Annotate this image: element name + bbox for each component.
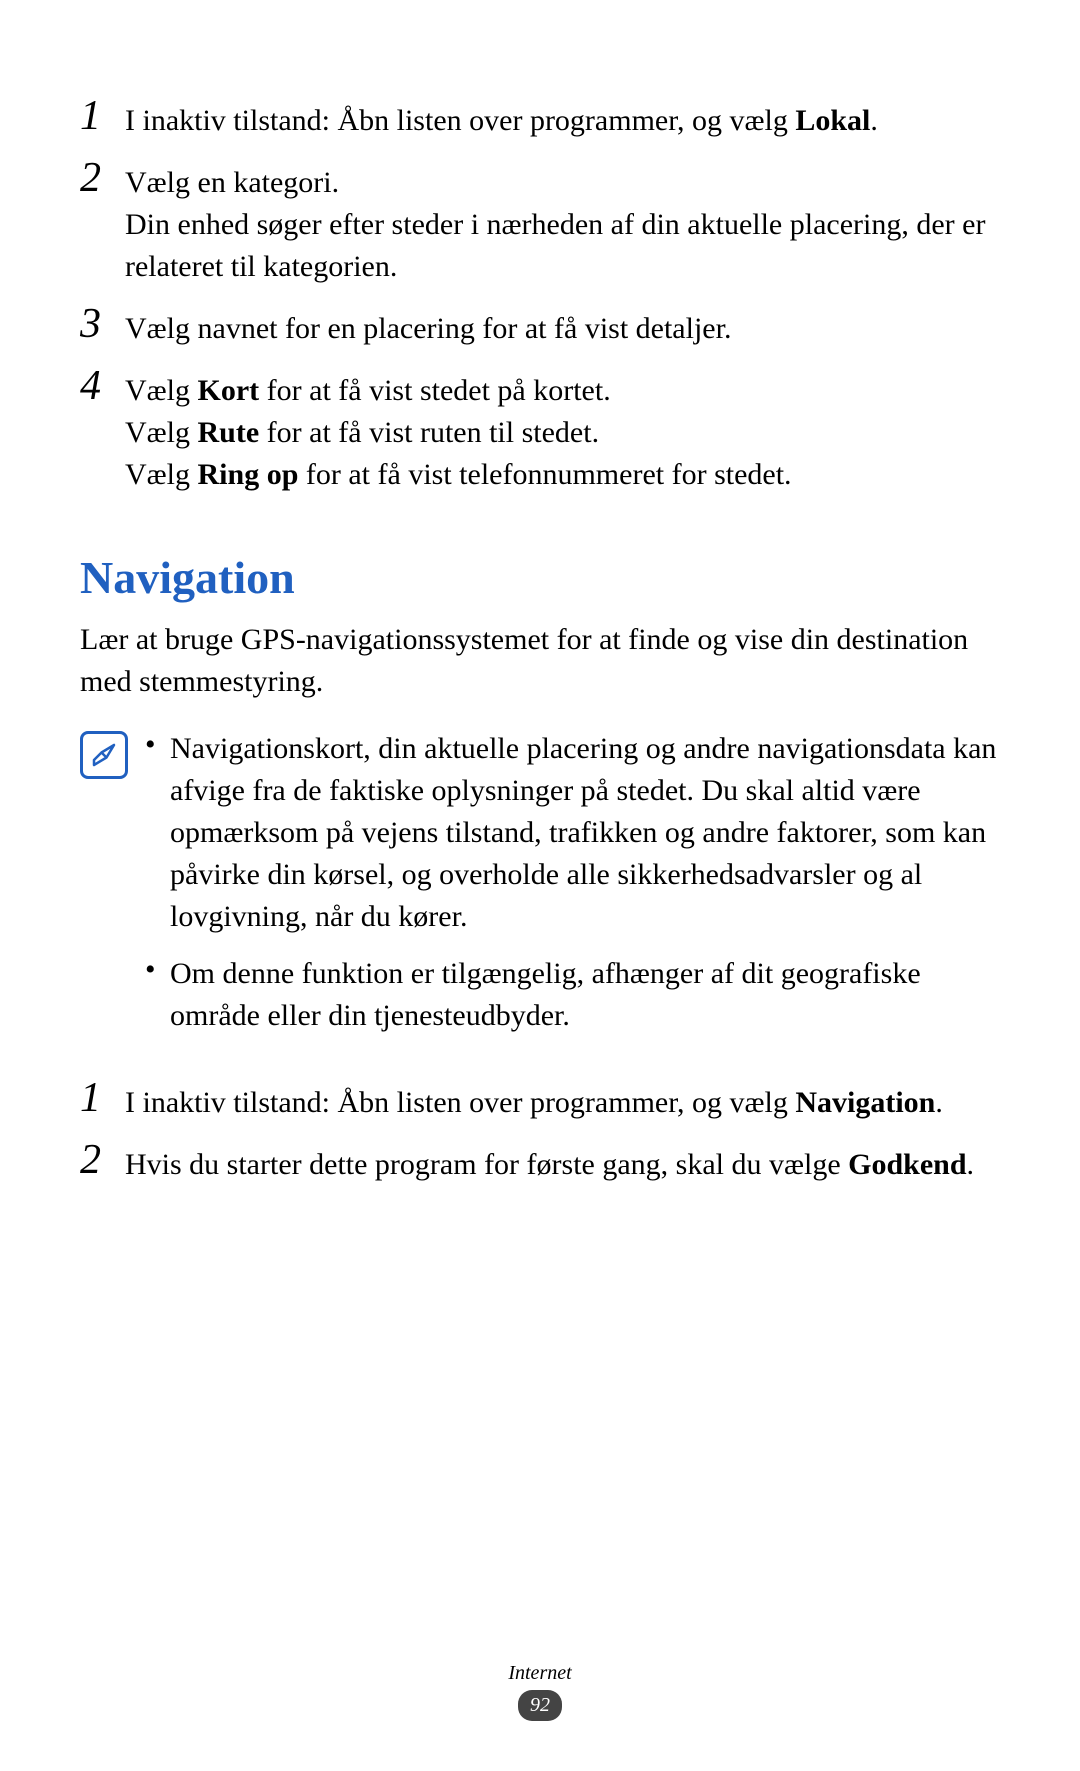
step-content: Hvis du starter dette program for første… bbox=[125, 1144, 1000, 1186]
step-number: 1 bbox=[80, 95, 125, 137]
step-bold: Lokal bbox=[795, 104, 870, 137]
note-icon-wrapper bbox=[80, 728, 135, 779]
step-number: 4 bbox=[80, 365, 125, 407]
footer: Internet 92 bbox=[0, 1662, 1080, 1721]
step-number: 2 bbox=[80, 157, 125, 199]
page-number: 92 bbox=[518, 1690, 562, 1721]
bullet-item: • Navigationskort, din aktuelle placerin… bbox=[145, 728, 1000, 938]
step-line: Din enhed søger efter steder i nærheden … bbox=[125, 204, 1000, 288]
bullet-marker: • bbox=[145, 728, 170, 762]
step-content: I inaktiv tilstand: Åbn listen over prog… bbox=[125, 1082, 1000, 1124]
step-item: 4 Vælg Kort for at få vist stedet på kor… bbox=[80, 370, 1000, 496]
step-text: Vælg navnet for en placering for at få v… bbox=[125, 312, 731, 345]
intro-text: Lær at bruge GPS-navigationssystemet for… bbox=[80, 619, 1000, 703]
note-content: • Navigationskort, din aktuelle placerin… bbox=[135, 728, 1000, 1052]
step-suffix: . bbox=[967, 1148, 975, 1181]
step-number: 1 bbox=[80, 1077, 125, 1119]
bullet-text: Om denne funktion er tilgængelig, afhæng… bbox=[170, 953, 1000, 1037]
step-line: Vælg Rute for at få vist ruten til stede… bbox=[125, 412, 1000, 454]
step-item: 2 Vælg en kategori. Din enhed søger efte… bbox=[80, 162, 1000, 288]
step-content: Vælg Kort for at få vist stedet på korte… bbox=[125, 370, 1000, 496]
step-text: I inaktiv tilstand: Åbn listen over prog… bbox=[125, 104, 795, 137]
step-content: I inaktiv tilstand: Åbn listen over prog… bbox=[125, 100, 1000, 142]
step-number: 2 bbox=[80, 1139, 125, 1181]
note-container: • Navigationskort, din aktuelle placerin… bbox=[80, 728, 1000, 1052]
footer-category: Internet bbox=[0, 1662, 1080, 1685]
step-suffix: . bbox=[935, 1086, 943, 1119]
step-line: Vælg Ring op for at få vist telefonnumme… bbox=[125, 454, 1000, 496]
step-line: Vælg en kategori. bbox=[125, 162, 1000, 204]
step-bold: Godkend bbox=[848, 1148, 966, 1181]
step-number: 3 bbox=[80, 303, 125, 345]
step-item: 2 Hvis du starter dette program for førs… bbox=[80, 1144, 1000, 1186]
bullet-text: Navigationskort, din aktuelle placering … bbox=[170, 728, 1000, 938]
step-bold: Navigation bbox=[795, 1086, 935, 1119]
step-text: I inaktiv tilstand: Åbn listen over prog… bbox=[125, 1086, 795, 1119]
step-content: Vælg en kategori. Din enhed søger efter … bbox=[125, 162, 1000, 288]
step-item: 3 Vælg navnet for en placering for at få… bbox=[80, 308, 1000, 350]
step-item: 1 I inaktiv tilstand: Åbn listen over pr… bbox=[80, 100, 1000, 142]
section-heading: Navigation bbox=[80, 551, 1000, 604]
bullet-item: • Om denne funktion er tilgængelig, afhæ… bbox=[145, 953, 1000, 1037]
step-line: Vælg Kort for at få vist stedet på korte… bbox=[125, 370, 1000, 412]
bullet-marker: • bbox=[145, 953, 170, 987]
step-item: 1 I inaktiv tilstand: Åbn listen over pr… bbox=[80, 1082, 1000, 1124]
note-icon bbox=[80, 731, 128, 779]
step-content: Vælg navnet for en placering for at få v… bbox=[125, 308, 1000, 350]
step-suffix: . bbox=[870, 104, 878, 137]
step-text: Hvis du starter dette program for første… bbox=[125, 1148, 848, 1181]
